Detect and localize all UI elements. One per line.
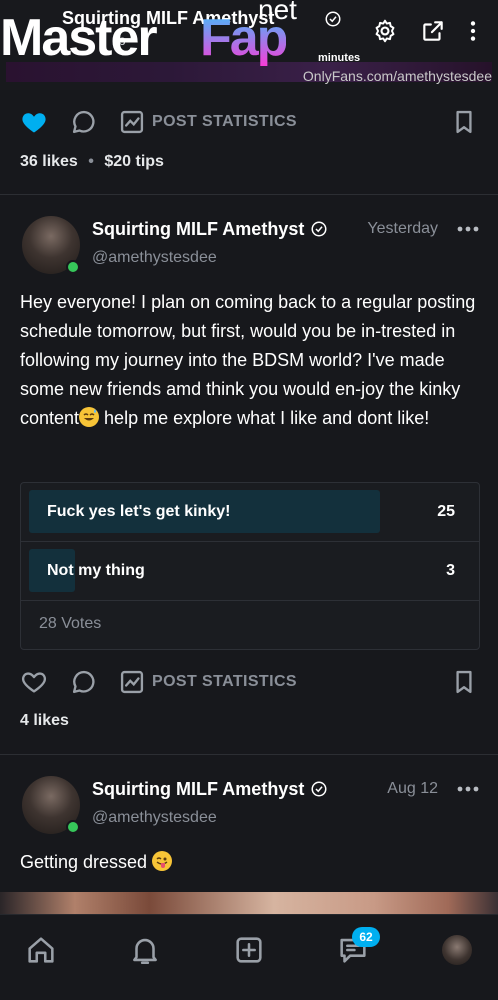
heart-filled-icon[interactable] <box>20 108 48 136</box>
post-author-handle[interactable]: @amethystesdee <box>92 249 217 267</box>
add-post-icon[interactable] <box>232 933 266 967</box>
divider <box>0 754 498 755</box>
bottom-nav: 62 <box>0 914 498 1000</box>
post-statistics-button[interactable]: POST STATISTICS <box>152 113 297 131</box>
poll-option-count: 25 <box>437 503 455 520</box>
tips-count[interactable]: $20 tips <box>104 153 164 170</box>
verified-icon <box>325 11 341 27</box>
divider <box>0 194 498 195</box>
watermark-net: net <box>258 0 297 25</box>
more-horizontal-icon[interactable] <box>456 224 480 234</box>
online-indicator <box>66 820 80 834</box>
verified-icon <box>311 221 327 237</box>
comment-icon[interactable] <box>70 668 98 696</box>
header-strip-text: minutes <box>318 52 361 64</box>
messages-badge: 62 <box>352 927 380 947</box>
more-horizontal-icon[interactable] <box>456 784 480 794</box>
poll-option[interactable]: Fuck yes let's get kinky! 25 <box>21 483 479 542</box>
poll-option[interactable]: Not my thing 3 <box>21 542 479 601</box>
poll: Fuck yes let's get kinky! 25 Not my thin… <box>20 482 480 650</box>
verified-icon <box>311 781 327 797</box>
prev-post-stats: 36 likes • $20 tips <box>20 153 164 171</box>
stats-separator: • <box>88 153 94 170</box>
post-author-handle[interactable]: @amethystesdee <box>92 809 217 827</box>
poll-option-label: Not my thing <box>47 562 145 579</box>
post-text: Getting dressed <box>20 848 482 877</box>
comment-icon[interactable] <box>70 108 98 136</box>
poll-option-label: Fuck yes let's get kinky! <box>47 503 231 520</box>
poll-option-count: 3 <box>446 562 455 579</box>
post-author-name[interactable]: Squirting MILF Amethyst <box>92 219 304 240</box>
avatar[interactable] <box>22 776 80 834</box>
post-statistics-button[interactable]: POST STATISTICS <box>152 673 297 691</box>
online-indicator <box>66 260 80 274</box>
post-text-part: Getting dressed <box>20 852 148 872</box>
more-vertical-icon[interactable] <box>460 18 486 44</box>
post-statistics-icon[interactable] <box>118 668 146 696</box>
sweat-smile-emoji-icon <box>79 407 100 427</box>
bookmark-icon[interactable] <box>450 668 478 696</box>
tongue-wink-emoji-icon <box>152 851 173 871</box>
share-icon[interactable] <box>420 18 446 44</box>
poll-votes: 28 Votes <box>39 615 102 632</box>
post-text: Hey everyone! I plan on coming back to a… <box>20 288 482 433</box>
notifications-icon[interactable] <box>128 933 162 967</box>
settings-icon[interactable] <box>372 18 398 44</box>
top-header: Squirting MILF Amethyst b minutes Master… <box>0 0 498 90</box>
bookmark-icon[interactable] <box>450 108 478 136</box>
heart-icon[interactable] <box>20 668 48 696</box>
prev-post-actions: POST STATISTICS <box>0 100 498 144</box>
home-icon[interactable] <box>24 933 58 967</box>
likes-count[interactable]: 4 likes <box>20 712 69 730</box>
watermark-master: Master <box>0 9 158 67</box>
avatar[interactable] <box>22 216 80 274</box>
post-text-part: help me explore what I like and dont lik… <box>99 408 430 428</box>
profile-avatar[interactable] <box>442 935 472 965</box>
watermark-url: OnlyFans.com/amethystesdee <box>302 68 492 84</box>
post-time: Yesterday <box>367 220 438 237</box>
post-time: Aug 12 <box>387 780 438 797</box>
post-author-name[interactable]: Squirting MILF Amethyst <box>92 779 304 800</box>
post-statistics-icon[interactable] <box>118 108 146 136</box>
post-actions: POST STATISTICS <box>0 660 498 704</box>
likes-count[interactable]: 36 likes <box>20 153 78 170</box>
